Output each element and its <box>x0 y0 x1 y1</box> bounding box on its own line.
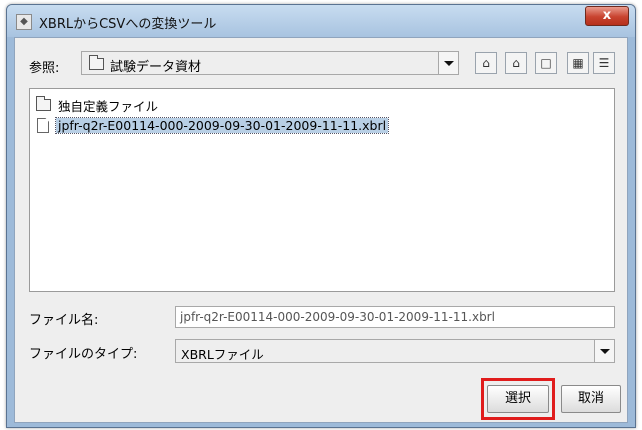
details-view-icon: ☰ <box>598 56 610 70</box>
close-button[interactable]: x <box>585 6 629 26</box>
up-folder-button[interactable]: ⌂ <box>475 52 497 74</box>
filetype-value: XBRLファイル <box>181 347 264 362</box>
folder-icon <box>36 96 51 111</box>
file-chooser-dialog: ◆ XBRLからCSVへの変換ツール x 参照: 試験データ資材 ⌂ ⌂ □ ▦… <box>6 4 636 428</box>
list-view-icon: ▦ <box>572 56 584 70</box>
folder-icon <box>89 55 104 70</box>
filetype-select[interactable]: XBRLファイル <box>175 339 615 363</box>
window-title: XBRLからCSVへの変換ツール <box>39 17 217 32</box>
home-icon: ⌂ <box>512 56 520 70</box>
app-icon: ◆ <box>16 14 32 30</box>
dialog-content: 参照: 試験データ資材 ⌂ ⌂ □ ▦ ☰ 独自定義ファイル jpfr-q2r-… <box>14 37 628 423</box>
details-view-button[interactable]: ☰ <box>593 52 615 74</box>
file-icon <box>37 118 49 133</box>
filename-label: ファイル名: <box>29 313 99 328</box>
up-folder-icon: ⌂ <box>482 56 490 70</box>
lookin-value: 試験データ資材 <box>110 60 202 75</box>
home-button[interactable]: ⌂ <box>505 52 527 74</box>
filename-field[interactable]: jpfr-q2r-E00114-000-2009-09-30-01-2009-1… <box>175 306 615 328</box>
list-view-button[interactable]: ▦ <box>567 52 589 74</box>
highlight-annotation <box>481 378 555 420</box>
list-item-label: jpfr-q2r-E00114-000-2009-09-30-01-2009-1… <box>54 117 390 134</box>
new-folder-icon: □ <box>540 56 552 70</box>
cancel-button[interactable]: 取消 <box>561 385 621 413</box>
lookin-label: 参照: <box>29 61 60 76</box>
chevron-down-icon[interactable] <box>438 52 458 74</box>
chevron-down-icon[interactable] <box>594 340 614 362</box>
lookin-combo[interactable]: 試験データ資材 <box>81 51 459 75</box>
filetype-label: ファイルのタイプ: <box>29 347 138 362</box>
file-list[interactable]: 独自定義ファイル jpfr-q2r-E00114-000-2009-09-30-… <box>29 88 615 292</box>
new-folder-button[interactable]: □ <box>535 52 557 74</box>
list-item-label: 独自定義ファイル <box>58 99 159 114</box>
title-bar[interactable]: ◆ XBRLからCSVへの変換ツール x <box>7 5 635 37</box>
